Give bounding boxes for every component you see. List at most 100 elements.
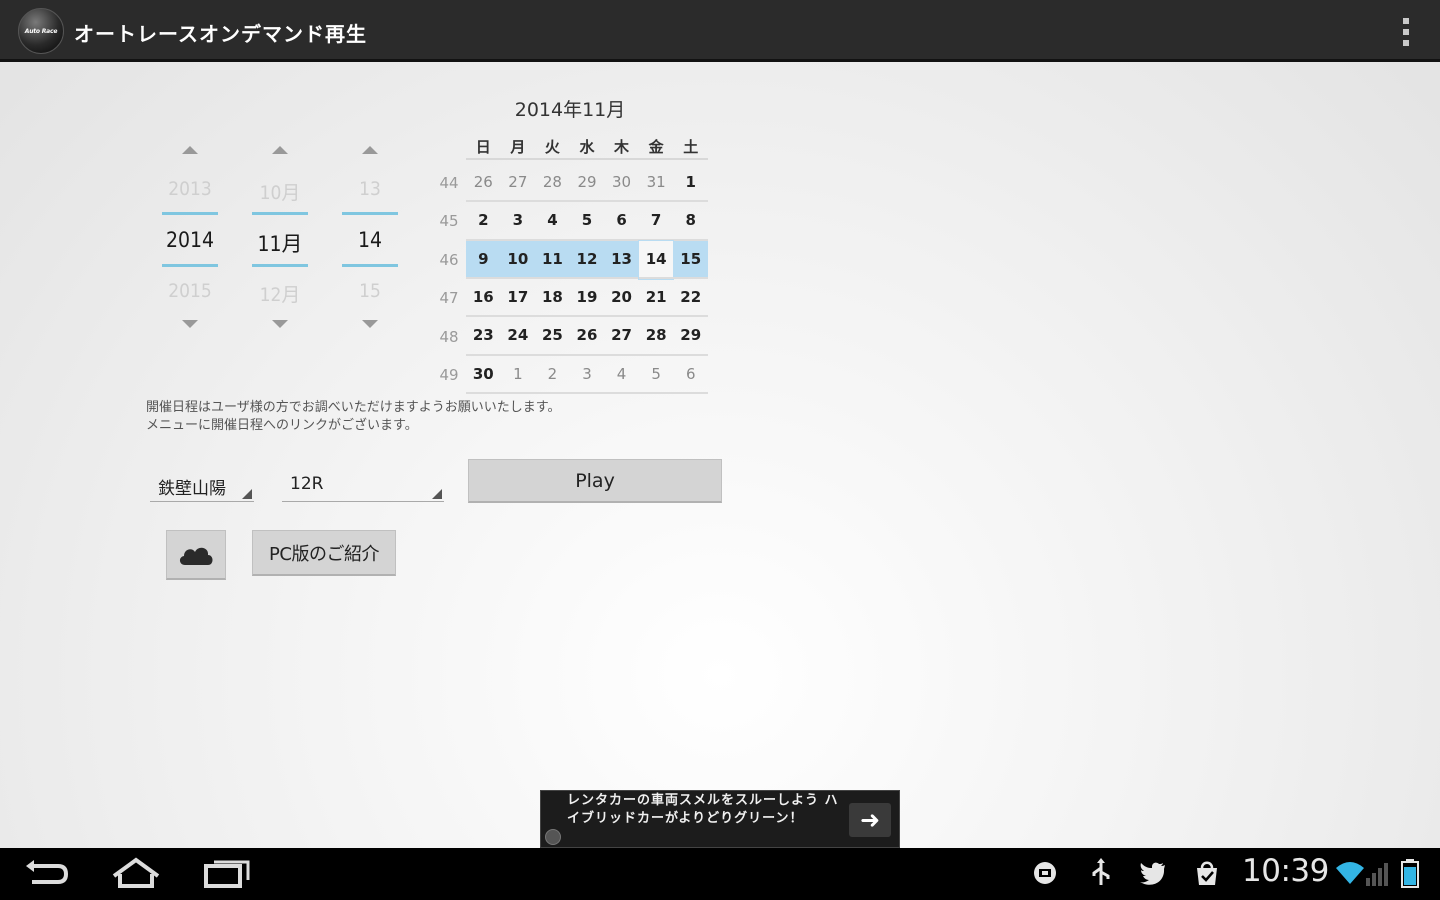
year-increment-arrow-icon[interactable]	[182, 146, 198, 154]
calendar-grid[interactable]: 26 27 28 29 30 31 1 2 3 4 5 6 7 8 9 10 11 12 13 14 15 16 17 18 1…	[466, 164, 708, 394]
calendar-day-cell[interactable]: 3	[500, 202, 536, 241]
twitter-icon[interactable]	[1138, 858, 1168, 888]
status-clock[interactable]: 10:39	[1242, 853, 1329, 889]
play-button[interactable]: Play	[468, 459, 722, 503]
system-bar: 10:39	[0, 848, 1440, 900]
calendar-day-cell[interactable]: 30	[466, 356, 501, 394]
ad-text[interactable]: レンタカーの車両スメルをスルーしよう ハイブリッドカーがよりどりグリーン！	[567, 792, 843, 828]
calendar-day-cell[interactable]: 4	[535, 202, 570, 241]
shopping-bag-icon[interactable]	[1192, 858, 1222, 888]
calendar-day-cell[interactable]: 28	[638, 317, 674, 356]
day-picker[interactable]: 13 14 15	[342, 138, 398, 338]
race-spinner[interactable]: 12R	[282, 464, 444, 502]
back-button[interactable]	[18, 856, 74, 892]
venue-spinner[interactable]: 鉄壁山陽	[150, 464, 254, 502]
month-decrement-arrow-icon[interactable]	[272, 320, 288, 328]
calendar-day-cell[interactable]: 1	[673, 164, 708, 203]
calendar-day-cell[interactable]: 12	[569, 240, 605, 279]
calendar-day-cell[interactable]: 24	[500, 317, 536, 356]
calendar-day-cell[interactable]: 28	[535, 164, 570, 203]
month-next-value[interactable]: 12月	[242, 280, 318, 307]
month-prev-value[interactable]: 10月	[242, 178, 318, 205]
app-title: オートレースオンデマンド再生	[74, 22, 367, 46]
calendar-day-cell[interactable]: 1	[500, 356, 536, 394]
calendar-day-cell[interactable]: 25	[535, 317, 570, 356]
app-logo[interactable]: Auto Race	[18, 8, 64, 54]
calendar-day-cell[interactable]: 19	[569, 279, 605, 318]
wifi-icon[interactable]	[1334, 858, 1366, 888]
calendar-day-cell[interactable]: 29	[569, 164, 605, 203]
calendar-day-cell[interactable]: 30	[604, 164, 639, 203]
ad-info-icon[interactable]	[545, 829, 561, 845]
ad-arrow-button[interactable]: ➜	[849, 803, 891, 837]
calendar-day-cell[interactable]: 22	[673, 279, 708, 318]
calendar-day-cell[interactable]: 5	[569, 202, 605, 241]
venue-spinner-value: 鉄壁山陽	[158, 479, 226, 499]
day-decrement-arrow-icon[interactable]	[362, 320, 378, 328]
calendar-title: 2014年11月	[514, 99, 626, 121]
calendar-day-cell[interactable]: 17	[500, 279, 536, 318]
year-picker[interactable]: 2013 2014 2015	[162, 138, 218, 338]
pc-version-intro-button[interactable]: PC版のご紹介	[252, 530, 396, 576]
calendar-day-cell[interactable]: 6	[604, 202, 639, 241]
calendar-day-cell[interactable]: 15	[673, 240, 708, 279]
home-button[interactable]	[108, 856, 164, 892]
weekday-label: 火	[544, 137, 560, 156]
recent-apps-button[interactable]	[198, 856, 254, 892]
month-increment-arrow-icon[interactable]	[272, 146, 288, 154]
usb-icon[interactable]	[1086, 858, 1116, 888]
calendar-day-cell[interactable]: 23	[466, 317, 501, 356]
cloud-icon	[179, 547, 213, 565]
day-next-value[interactable]: 15	[332, 280, 408, 302]
calendar-day-cell[interactable]: 2	[466, 202, 501, 241]
calendar-day-cell[interactable]: 10	[500, 240, 536, 279]
calendar-day-cell[interactable]: 6	[673, 356, 708, 394]
year-prev-value[interactable]: 2013	[152, 178, 228, 200]
month-current-value[interactable]: 11月	[242, 228, 318, 258]
action-bar: Auto Race オートレースオンデマンド再生	[0, 0, 1440, 62]
cloud-button[interactable]	[166, 530, 226, 580]
calendar-day-cell[interactable]: 9	[466, 240, 501, 279]
calendar-day-cell[interactable]: 20	[604, 279, 639, 318]
signal-strength-icon[interactable]	[1364, 858, 1392, 888]
dropdown-corner-icon	[242, 489, 252, 499]
weekday-label: 金	[648, 137, 664, 156]
calendar-day-cell[interactable]: 18	[535, 279, 570, 318]
calendar-day-cell[interactable]: 26	[569, 317, 605, 356]
week-number: 45	[439, 212, 459, 231]
android-debug-icon[interactable]	[1030, 858, 1060, 888]
calendar-day-cell[interactable]: 8	[673, 202, 708, 241]
calendar-day-cell[interactable]: 7	[638, 202, 674, 241]
divider	[342, 264, 398, 267]
notice-line-1: 開催日程はユーザ様の方でお調べいただけますようお願いいたします。	[146, 400, 561, 415]
calendar-day-cell[interactable]: 5	[638, 356, 674, 394]
calendar-day-cell[interactable]: 13	[604, 240, 639, 279]
ad-banner[interactable]: レンタカーの車両スメルをスルーしよう ハイブリッドカーがよりどりグリーン！ ➜	[540, 790, 900, 848]
calendar-day-cell[interactable]: 16	[466, 279, 501, 318]
calendar-day-cell[interactable]: 29	[673, 317, 708, 356]
recent-apps-icon	[204, 860, 250, 888]
day-current-value[interactable]: 14	[332, 228, 408, 252]
day-prev-value[interactable]: 13	[332, 178, 408, 200]
year-decrement-arrow-icon[interactable]	[182, 320, 198, 328]
calendar-day-cell[interactable]: 3	[569, 356, 605, 394]
calendar-day-cell[interactable]: 21	[638, 279, 674, 318]
overflow-menu-icon[interactable]	[1394, 16, 1418, 48]
calendar-day-cell[interactable]: 26	[466, 164, 501, 203]
calendar-day-cell[interactable]: 31	[638, 164, 674, 203]
month-picker[interactable]: 10月 11月 12月	[252, 138, 308, 338]
year-next-value[interactable]: 2015	[152, 280, 228, 302]
battery-icon[interactable]	[1398, 858, 1422, 888]
app-logo-text: Auto Race	[24, 27, 58, 35]
weekday-label: 土	[683, 137, 699, 156]
year-current-value[interactable]: 2014	[152, 228, 228, 252]
calendar-day-cell[interactable]: 4	[604, 356, 639, 394]
calendar-day-cell[interactable]: 2	[535, 356, 570, 394]
calendar-day-cell[interactable]: 14	[637, 239, 675, 280]
week-number: 46	[439, 250, 459, 269]
calendar-day-cell[interactable]: 11	[535, 240, 570, 279]
weekday-label: 日	[475, 137, 491, 156]
calendar-day-cell[interactable]: 27	[500, 164, 536, 203]
day-increment-arrow-icon[interactable]	[362, 146, 378, 154]
calendar-day-cell[interactable]: 27	[604, 317, 639, 356]
